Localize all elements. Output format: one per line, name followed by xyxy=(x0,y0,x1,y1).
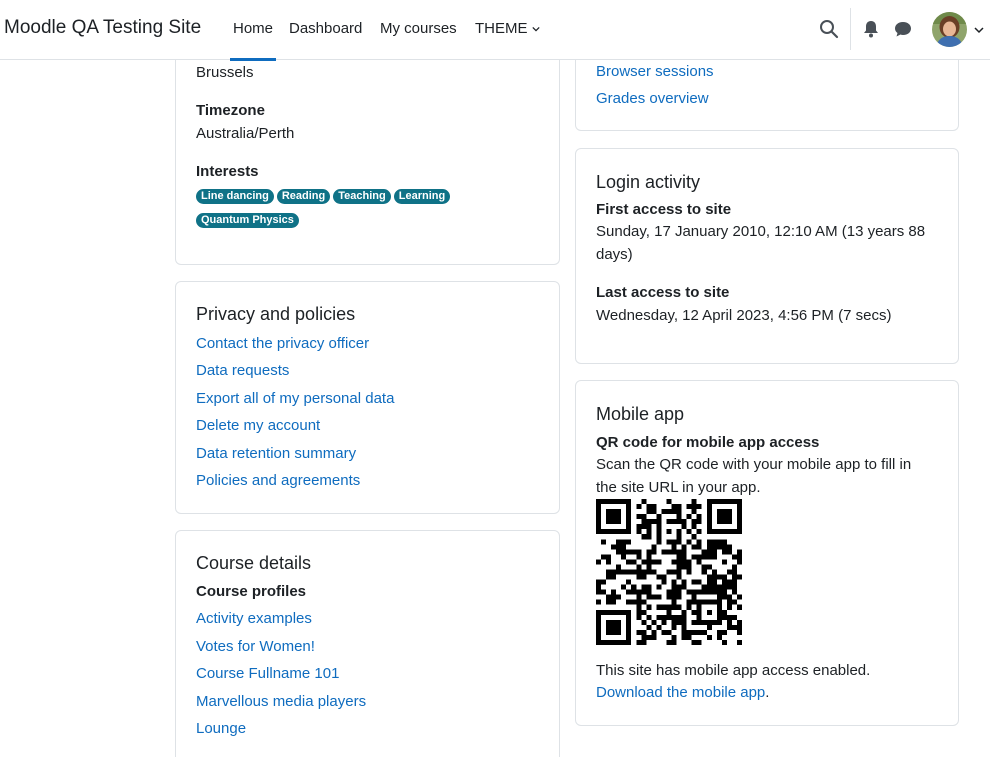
download-mobile-app-link[interactable]: Download the mobile app xyxy=(596,684,765,701)
first-access-value-cont: days) xyxy=(596,246,633,263)
login-activity-card: Login activity First access to site Sund… xyxy=(575,148,959,364)
course-profiles-label: Course profiles xyxy=(196,583,307,600)
course-details-title: Course details xyxy=(196,553,312,573)
user-avatar[interactable] xyxy=(932,12,967,47)
chevron-down-icon xyxy=(531,26,540,31)
nav-my-courses[interactable]: My courses xyxy=(380,20,457,37)
bell-icon[interactable] xyxy=(862,19,880,39)
last-access-value: Wednesday, 12 April 2023, 4:56 PM (7 sec… xyxy=(596,307,892,324)
download-line: Download the mobile app. xyxy=(596,682,769,704)
interests-tags: Line dancing Reading Teaching Learning Quant… xyxy=(196,186,516,234)
user-menu-chevron-icon[interactable] xyxy=(974,25,984,35)
qr-code-label: QR code for mobile app access xyxy=(596,434,820,451)
course-link[interactable]: Marvellous media players xyxy=(196,692,366,712)
nav-theme[interactable]: THEME xyxy=(475,20,540,37)
privacy-card: Privacy and policies Contact the privacy… xyxy=(175,281,560,514)
privacy-title: Privacy and policies xyxy=(196,304,356,324)
timezone-label: Timezone xyxy=(196,102,265,119)
data-retention-link[interactable]: Data retention summary xyxy=(196,444,356,464)
last-access-label: Last access to site xyxy=(596,284,730,301)
site-brand[interactable]: Moodle QA Testing Site xyxy=(4,17,201,39)
mobile-enabled-text: This site has mobile app access enabled. xyxy=(596,662,871,679)
policies-link[interactable]: Policies and agreements xyxy=(196,471,360,491)
course-link[interactable]: Lounge xyxy=(196,719,246,739)
qr-instructions-cont: the site URL in your app. xyxy=(596,479,761,496)
first-access-value: Sunday, 17 January 2010, 12:10 AM (13 ye… xyxy=(596,223,926,240)
timezone-value: Australia/Perth xyxy=(196,125,295,142)
data-requests-link[interactable]: Data requests xyxy=(196,361,289,381)
mobile-app-card: Mobile app QR code for mobile app access… xyxy=(575,380,959,726)
export-data-link[interactable]: Export all of my personal data xyxy=(196,389,394,409)
nav-theme-label: THEME xyxy=(475,20,528,37)
interest-tag[interactable]: Reading xyxy=(276,189,331,204)
nav-divider xyxy=(850,8,851,50)
delete-account-link[interactable]: Delete my account xyxy=(196,416,320,436)
chat-icon[interactable] xyxy=(893,19,913,39)
download-suffix: . xyxy=(765,684,770,701)
nav-dashboard[interactable]: Dashboard xyxy=(289,20,362,37)
course-details-card: Course details Course profiles Activity … xyxy=(175,530,560,757)
login-activity-title: Login activity xyxy=(596,172,701,192)
qr-code-image xyxy=(596,499,742,645)
interest-tag[interactable]: Quantum Physics xyxy=(196,213,299,228)
top-navbar: Moodle QA Testing Site Home Dashboard My… xyxy=(0,0,990,61)
course-link[interactable]: Course Fullname 101 xyxy=(196,664,339,684)
browser-sessions-link[interactable]: Browser sessions xyxy=(596,62,714,82)
qr-instructions: Scan the QR code with your mobile app to… xyxy=(596,456,912,473)
interest-tag[interactable]: Line dancing xyxy=(196,189,274,204)
nav-home[interactable]: Home xyxy=(229,20,277,61)
city-value: Brussels xyxy=(196,64,254,81)
interests-label: Interests xyxy=(196,163,259,180)
interest-tag[interactable]: Learning xyxy=(393,189,451,204)
mobile-app-title: Mobile app xyxy=(596,404,685,424)
course-link[interactable]: Votes for Women! xyxy=(196,637,315,657)
interest-tag[interactable]: Teaching xyxy=(333,189,391,204)
course-link[interactable]: Activity examples xyxy=(196,609,312,629)
first-access-label: First access to site xyxy=(596,201,732,218)
contact-privacy-officer-link[interactable]: Contact the privacy officer xyxy=(196,334,369,354)
grades-overview-link[interactable]: Grades overview xyxy=(596,89,709,109)
search-icon[interactable] xyxy=(819,19,839,39)
